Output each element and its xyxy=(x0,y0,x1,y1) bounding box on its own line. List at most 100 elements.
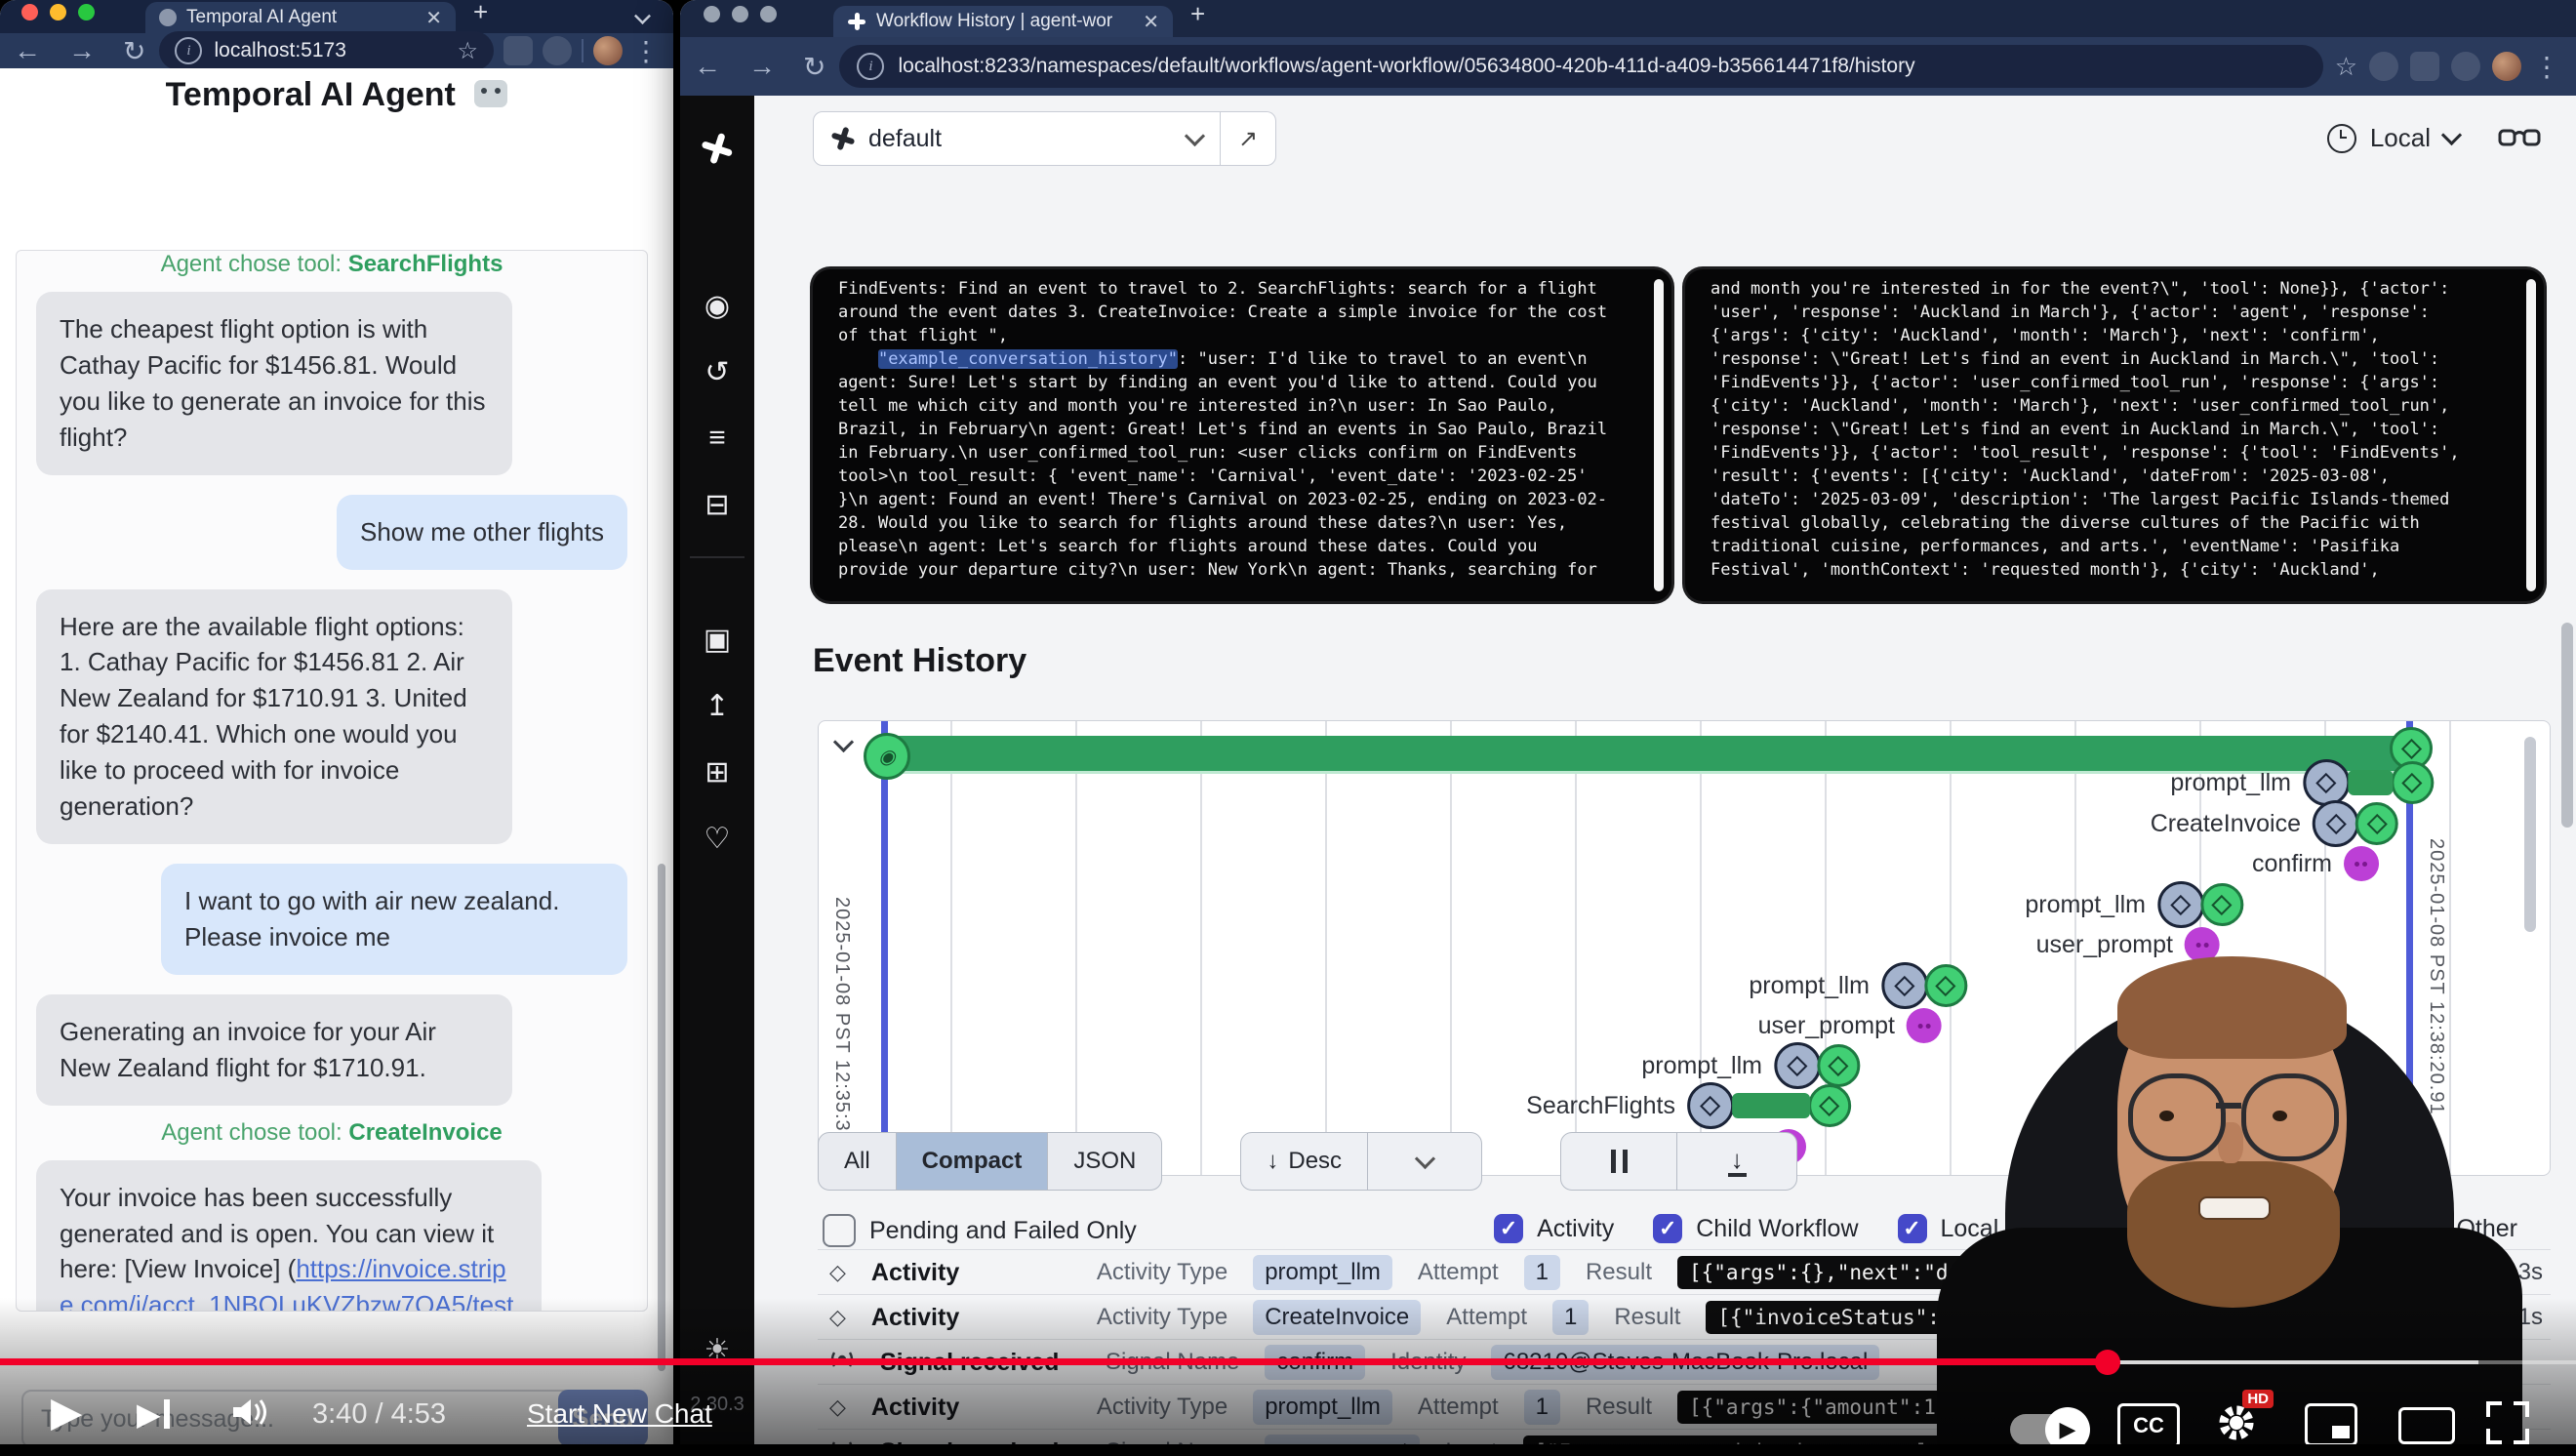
forward-icon[interactable]: → xyxy=(68,35,96,66)
pending-failed-filter: Pending and Failed Only xyxy=(823,1214,1137,1247)
menu-kebab-icon[interactable]: ⋮ xyxy=(632,35,660,67)
code-scrollbar[interactable] xyxy=(2526,279,2536,591)
download-button[interactable]: ↓ xyxy=(1677,1133,1796,1190)
chat-message-list[interactable]: Agent chose tool: SearchFlights The chea… xyxy=(16,250,648,1312)
timezone-selector[interactable]: Local xyxy=(2327,123,2459,153)
globe-favicon-icon xyxy=(159,9,177,26)
close-tab-icon[interactable]: ✕ xyxy=(425,6,442,30)
timeline-event[interactable]: SearchFlights xyxy=(1526,1082,1851,1129)
extension-icon[interactable] xyxy=(2369,52,2398,81)
right-toolbar: ← → ↻ i localhost:8233/namespaces/defaul… xyxy=(680,37,2576,96)
activity-checkbox[interactable]: ✓ xyxy=(1494,1214,1523,1243)
reload-icon[interactable]: ↻ xyxy=(803,51,825,83)
address-bar[interactable]: i localhost:8233/namespaces/default/work… xyxy=(839,45,2322,88)
profile-avatar[interactable] xyxy=(593,36,623,65)
pending-failed-checkbox[interactable] xyxy=(823,1214,856,1247)
timeline-event[interactable]: CreateInvoice xyxy=(2151,800,2398,847)
tab-search-chevron-icon[interactable] xyxy=(634,8,651,24)
left-browser-window: Temporal AI Agent ✕ + ← → ↻ i localhost:… xyxy=(0,0,673,1444)
temporal-logo-icon[interactable] xyxy=(680,133,754,172)
fullscreen-button[interactable] xyxy=(2486,1401,2529,1444)
workflow-input-code-left[interactable]: FindEvents: Find an event to travel to 2… xyxy=(813,269,1671,601)
right-eye xyxy=(2273,1111,2287,1121)
view-compact-tab[interactable]: Compact xyxy=(897,1133,1049,1190)
pause-button[interactable] xyxy=(1561,1133,1677,1190)
bookmark-star-icon[interactable]: ☆ xyxy=(2335,52,2357,82)
schedules-clock-icon[interactable]: ↺ xyxy=(680,355,754,389)
page-scrollbar[interactable] xyxy=(2561,623,2573,828)
theater-mode-button[interactable] xyxy=(2398,1407,2455,1444)
video-progress-buffered[interactable] xyxy=(2108,1360,2478,1364)
extension-c-icon[interactable] xyxy=(503,36,533,65)
timeline-event[interactable]: prompt_llm xyxy=(1749,962,1967,1009)
play-button[interactable]: ▶ xyxy=(51,1388,82,1436)
task-queues-layers-icon[interactable]: ≡ xyxy=(680,422,754,455)
extension-c-icon[interactable] xyxy=(2410,52,2439,81)
forward-icon[interactable]: → xyxy=(748,51,776,82)
user-message: I want to go with air new zealand. Pleas… xyxy=(161,864,627,975)
address-bar[interactable]: i localhost:5173 ☆ xyxy=(159,31,494,70)
start-new-chat-link[interactable]: Start New Chat xyxy=(527,1398,712,1430)
extensions-puzzle-icon[interactable] xyxy=(2451,52,2480,81)
tab-workflow-history[interactable]: Workflow History | agent-wor ✕ xyxy=(833,6,1173,37)
child-workflow-checkbox[interactable]: ✓ xyxy=(1653,1214,1682,1243)
workflow-start-node[interactable]: ◉ xyxy=(864,733,910,780)
glasses-left-lens-icon xyxy=(2128,1073,2226,1161)
history-filter-row: All Compact JSON ↓Desc ↓ xyxy=(818,1132,1797,1191)
local-activity-checkbox[interactable]: ✓ xyxy=(1898,1214,1927,1243)
new-tab-button[interactable]: + xyxy=(473,0,488,27)
timeline-event[interactable]: user_prompt xyxy=(1758,1008,1942,1043)
back-icon[interactable]: ← xyxy=(694,51,721,82)
sort-options-chevron[interactable] xyxy=(1368,1133,1481,1190)
menu-kebab-icon[interactable]: ⋮ xyxy=(2533,51,2560,83)
child-workflow-label: Child Workflow xyxy=(1696,1215,1858,1243)
video-progress-remaining[interactable] xyxy=(2478,1360,2576,1364)
chat-scrollbar[interactable] xyxy=(658,864,665,1371)
agent-message-invoice: Your invoice has been successfully gener… xyxy=(36,1160,542,1312)
volume-icon[interactable] xyxy=(229,1395,270,1434)
namespace-selector[interactable]: default xyxy=(813,111,1221,166)
extensions-puzzle-icon[interactable] xyxy=(543,36,572,65)
close-tab-icon[interactable]: ✕ xyxy=(1143,10,1159,34)
timeline-event[interactable]: confirm xyxy=(2252,846,2379,881)
close-window-button[interactable] xyxy=(21,4,38,20)
timeline-event[interactable]: prompt_llm xyxy=(2170,759,2434,806)
feedback-window-icon[interactable]: ⊞ xyxy=(680,755,754,789)
view-json-tab[interactable]: JSON xyxy=(1048,1133,1161,1190)
back-icon[interactable]: ← xyxy=(14,35,41,66)
traffic-lights[interactable] xyxy=(21,4,106,25)
video-progress-scrubber[interactable] xyxy=(2095,1350,2120,1375)
new-tab-button[interactable]: + xyxy=(1190,0,1205,29)
traffic-lights[interactable] xyxy=(704,6,788,27)
favorites-heart-icon[interactable]: ♡ xyxy=(680,822,754,856)
tab-temporal-ai-agent[interactable]: Temporal AI Agent ✕ xyxy=(145,2,456,33)
open-namespace-external-button[interactable]: ↗ xyxy=(1221,111,1276,166)
profile-avatar[interactable] xyxy=(2492,52,2521,81)
close-window-button[interactable] xyxy=(704,6,720,22)
reload-icon[interactable]: ↻ xyxy=(123,35,145,67)
miniplayer-button[interactable] xyxy=(2305,1403,2357,1446)
code-scrollbar[interactable] xyxy=(1654,279,1664,591)
archive-box-icon[interactable]: ⊟ xyxy=(680,488,754,522)
closed-captions-button[interactable]: CC xyxy=(2117,1403,2180,1448)
next-video-button[interactable]: ▶ xyxy=(137,1395,170,1433)
view-all-tab[interactable]: All xyxy=(819,1133,897,1190)
zoom-window-button[interactable] xyxy=(78,4,95,20)
workflows-eye-icon[interactable]: ◉ xyxy=(680,289,754,323)
import-upload-icon[interactable]: ↥ xyxy=(680,689,754,723)
site-info-icon[interactable]: i xyxy=(857,53,884,80)
timeline-scrollbar[interactable] xyxy=(2524,737,2536,932)
minimize-window-button[interactable] xyxy=(732,6,748,22)
video-progress-played[interactable] xyxy=(0,1358,2108,1365)
sort-desc-button[interactable]: ↓Desc xyxy=(1241,1133,1368,1190)
namespaces-cube-icon[interactable]: ▣ xyxy=(680,623,754,657)
timeline-collapse-chevron-icon[interactable] xyxy=(833,732,854,752)
minimize-window-button[interactable] xyxy=(50,4,66,20)
zoom-window-button[interactable] xyxy=(760,6,777,22)
smile xyxy=(2198,1196,2271,1220)
workflow-input-code-right[interactable]: and month you're interested in for the e… xyxy=(1685,269,2544,601)
bookmark-star-icon[interactable]: ☆ xyxy=(457,37,478,65)
site-info-icon[interactable]: i xyxy=(175,37,202,64)
tab-title: Workflow History | agent-wor xyxy=(876,11,1135,32)
data-encoder-glasses-icon[interactable] xyxy=(2498,125,2541,155)
